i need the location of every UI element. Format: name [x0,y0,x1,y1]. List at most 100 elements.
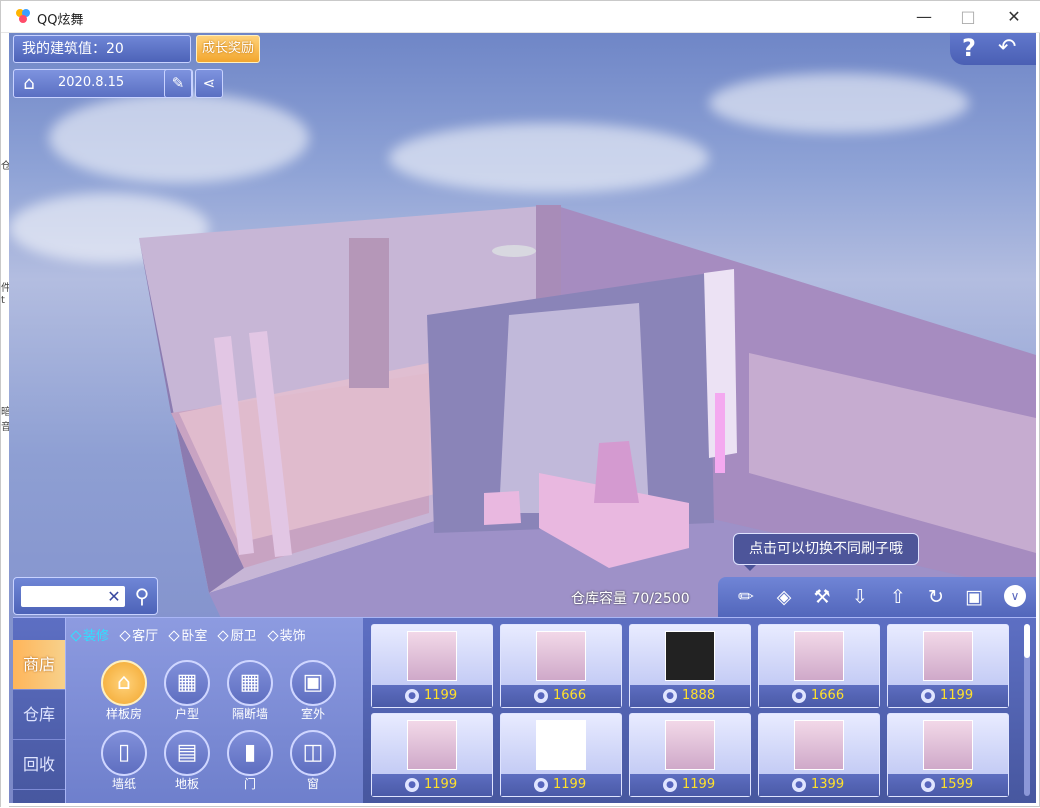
category-area: 装修 客厅 卧室 厨卫 装饰 ⌂ 样板房 ▦ 户型 ▦ 隔断墙 ▣ 室外 ▯ 墙… [65,618,363,803]
item-price: 1199 [682,777,716,792]
coin-icon: ● [534,689,548,703]
item-price: 1888 [682,688,716,703]
tab-recycle[interactable]: 回收 [13,740,65,790]
category-flooring[interactable]: ▤ 地板 [157,730,217,791]
item-price: 1666 [553,688,587,703]
wall-grid-icon: ▦ [227,660,273,706]
item-price: 1399 [811,777,845,792]
item-thumbnail [536,720,586,770]
item-card[interactable]: ● 1599 [887,713,1009,797]
collapse-icon[interactable]: ∨ [1004,585,1026,607]
tab-storage[interactable]: 仓库 [13,690,65,740]
help-icon[interactable]: ? [962,33,976,63]
item-card[interactable]: ● 1199 [371,624,493,708]
category-partition-wall[interactable]: ▦ 隔断墙 [220,660,280,721]
flooring-icon: ▤ [164,730,210,776]
item-card[interactable]: ● 1199 [629,713,751,797]
side-tabs: 商店 仓库 回收 [13,618,65,803]
build-toolbar: ✏ ◈ ⚒ ⇩ ⇧ ↻ ▣ ∨ [718,577,1036,617]
clear-icon[interactable]: ✕ [104,586,124,607]
scroll-thumb[interactable] [1024,624,1030,658]
building-value: 我的建筑值：20 [13,35,191,63]
undo-icon[interactable]: ↻ [922,583,950,611]
maximize-button[interactable]: □ [945,1,991,33]
coin-icon: ● [921,689,935,703]
item-thumbnail [407,631,457,681]
storage-capacity: 仓库容量 70/2500 [571,591,690,607]
coin-icon: ● [792,689,806,703]
subtab-decoration[interactable]: 装饰 [266,625,306,644]
coin-icon: ● [405,689,419,703]
growth-reward-button[interactable]: 成长奖励 [196,35,260,63]
search-icon[interactable]: ⚲ [129,583,155,609]
brush-hint-tooltip: 点击可以切换不同刷子哦 [733,533,919,571]
category-floor-plan[interactable]: ▦ 户型 [157,660,217,721]
item-price: 1199 [553,777,587,792]
subtab-bedroom[interactable]: 卧室 [168,625,207,644]
item-card[interactable]: ● 1888 [629,624,751,708]
item-card[interactable]: ● 1199 [887,624,1009,708]
item-card[interactable]: ● 1666 [758,624,880,708]
item-price: 1199 [424,688,458,703]
room-scene[interactable]: 我的建筑值：20 成长奖励 ⌂ 2020.8.15 ∨ ✎ ⋖ ? ↶ 点击可以… [9,33,1036,803]
top-right-controls: ? ↶ [950,33,1036,65]
item-card[interactable]: ● 1399 [758,713,880,797]
window-title: QQ炫舞 [37,13,84,28]
search-box: ✕ ⚲ [13,577,158,615]
item-thumbnail [665,631,715,681]
coin-icon: ● [663,778,677,792]
item-price: 1599 [940,777,974,792]
hammer-icon[interactable]: ⚒ [808,583,836,611]
category-wallpaper[interactable]: ▯ 墙纸 [94,730,154,791]
door-icon: ▮ [227,730,273,776]
category-model-room[interactable]: ⌂ 样板房 [94,660,154,721]
shop-panel: 商店 仓库 回收 装修 客厅 卧室 厨卫 装饰 ⌂ 样板房 ▦ 户型 ▦ 隔断墙… [13,617,1036,803]
left-edge-strip: 仓 件 t 暗 音 [1,33,11,808]
item-thumbnail [536,631,586,681]
tab-shop[interactable]: 商店 [13,640,65,690]
save-icon[interactable]: ▣ [960,583,988,611]
item-price: 1199 [940,688,974,703]
subtab-bar: 装修 客厅 卧室 厨卫 装饰 [70,625,314,645]
item-scrollbar[interactable] [1024,624,1030,796]
coin-icon: ● [663,689,677,703]
subtab-living-room[interactable]: 客厅 [119,625,158,644]
brush-icon[interactable]: ✏ [732,583,760,611]
back-icon[interactable]: ↶ [998,33,1016,63]
layers-icon[interactable]: ◈ [770,583,798,611]
upload-icon[interactable]: ⇧ [884,583,912,611]
window-icon: ◫ [290,730,336,776]
coin-icon: ● [921,778,935,792]
category-door[interactable]: ▮ 门 [220,730,280,791]
item-card[interactable]: ● 1666 [500,624,622,708]
share-icon[interactable]: ⋖ [195,69,223,98]
item-thumbnail [794,720,844,770]
item-price: 1666 [811,688,845,703]
item-card[interactable]: ● 1199 [371,713,493,797]
game-window: QQ炫舞 — □ ✕ 仓 件 t 暗 音 我的建筑值：20 成长奖励 ⌂ 202… [0,0,1040,808]
cube-icon: ▣ [290,660,336,706]
home-icon[interactable]: ⌂ [16,72,42,95]
close-button[interactable]: ✕ [991,1,1037,33]
subtab-kitchen-bath[interactable]: 厨卫 [217,625,256,644]
item-thumbnail [794,631,844,681]
download-icon[interactable]: ⇩ [846,583,874,611]
title-bar: QQ炫舞 — □ ✕ [1,1,1040,33]
house-date: 2020.8.15 [58,75,125,90]
category-window[interactable]: ◫ 窗 [283,730,343,791]
item-card[interactable]: ● 1199 [500,713,622,797]
item-price: 1199 [424,777,458,792]
subtab-renovation[interactable]: 装修 [70,625,109,644]
item-thumbnail [665,720,715,770]
item-grid: ● 1199 ● 1666 ● 1888 ● 1666 ● 1199 ● 1199 ● 119… [367,622,1022,803]
coin-icon: ● [534,778,548,792]
app-logo-icon [15,8,31,24]
item-thumbnail [923,720,973,770]
floor-plan-icon: ▦ [164,660,210,706]
category-outdoor[interactable]: ▣ 室外 [283,660,343,721]
minimize-button[interactable]: — [901,1,947,33]
edit-icon[interactable]: ✎ [164,69,192,98]
item-thumbnail [923,631,973,681]
wallpaper-icon: ▯ [101,730,147,776]
item-thumbnail [407,720,457,770]
